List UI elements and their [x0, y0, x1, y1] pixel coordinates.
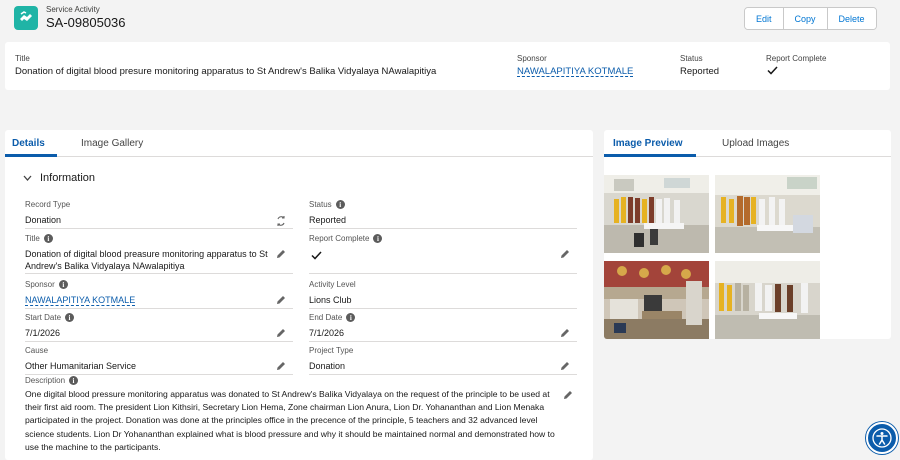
info-icon[interactable]: i	[43, 234, 53, 243]
image-tabs: Image Preview Upload Images	[604, 130, 891, 157]
field-start-date: Start Date i 7/1/2026	[25, 313, 293, 342]
field-label: Record Type	[25, 200, 71, 209]
service-activity-icon	[14, 6, 38, 30]
field-label: Description	[25, 376, 66, 385]
field-value: 7/1/2026	[25, 328, 61, 338]
page-header: Service Activity SA-09805036 Edit Copy D…	[0, 0, 900, 40]
field-end-date: End Date i 7/1/2026	[309, 313, 577, 342]
change-record-type-icon[interactable]	[275, 215, 287, 227]
highlight-status-value: Reported	[680, 66, 720, 77]
field-value: 7/1/2026	[309, 328, 345, 338]
field-value: One digital blood pressure monitoring ap…	[25, 389, 555, 452]
field-label: Sponsor	[25, 280, 55, 289]
image-thumbnail[interactable]	[604, 175, 709, 253]
field-label: End Date	[309, 313, 343, 322]
info-icon[interactable]: i	[69, 376, 79, 385]
active-tab-indicator	[5, 154, 57, 157]
details-card: Details Image Gallery Information Record…	[5, 130, 593, 460]
edit-description-pencil-icon[interactable]	[562, 389, 574, 401]
edit-start-date-pencil-icon[interactable]	[275, 327, 287, 339]
active-tab-indicator	[604, 154, 696, 157]
field-description: Description i One digital blood pressure …	[25, 376, 580, 454]
edit-sponsor-pencil-icon[interactable]	[275, 294, 287, 306]
field-value: Donation of digital blood preasure monit…	[25, 249, 268, 271]
delete-button[interactable]: Delete	[827, 8, 876, 29]
section-title: Information	[40, 172, 96, 184]
field-value: Donation	[25, 215, 62, 225]
sponsor-link[interactable]: NAWALAPITIYA KOTMALE	[25, 295, 135, 305]
field-label: Title	[25, 234, 40, 243]
field-value: Other Humanitarian Service	[25, 361, 137, 371]
highlights-panel: Title Donation of digital blood presure …	[5, 42, 890, 90]
edit-project-type-pencil-icon[interactable]	[559, 360, 571, 372]
edit-title-pencil-icon[interactable]	[275, 248, 287, 260]
highlight-status-label: Status	[680, 54, 703, 63]
accessibility-button[interactable]	[866, 422, 898, 454]
field-activity-level: Activity Level Lions Club	[309, 280, 577, 309]
field-label: Start Date	[25, 313, 62, 322]
copy-button[interactable]: Copy	[783, 8, 828, 29]
field-value: Lions Club	[309, 295, 352, 305]
field-label: Project Type	[309, 346, 354, 355]
highlight-sponsor-label: Sponsor	[517, 54, 547, 63]
info-icon[interactable]: i	[373, 234, 383, 243]
image-card: Image Preview Upload Images	[604, 130, 891, 339]
field-sponsor: Sponsor i NAWALAPITIYA KOTMALE	[25, 280, 293, 309]
info-icon[interactable]: i	[65, 313, 75, 322]
accessibility-icon	[872, 428, 892, 448]
field-label: Status	[309, 200, 332, 209]
edit-cause-pencil-icon[interactable]	[275, 360, 287, 372]
field-status: Status i Reported	[309, 200, 577, 229]
field-record-type: Record Type Donation	[25, 200, 293, 229]
highlight-sponsor-link[interactable]: NAWALAPITIYA KOTMALE	[517, 66, 633, 77]
info-icon[interactable]: i	[346, 313, 356, 322]
tab-upload-images[interactable]: Upload Images	[722, 138, 789, 149]
field-title: Title i Donation of digital blood preasur…	[25, 234, 293, 274]
field-value: Donation	[309, 361, 346, 371]
tab-image-gallery[interactable]: Image Gallery	[81, 138, 143, 149]
tab-details[interactable]: Details	[12, 138, 45, 149]
edit-end-date-pencil-icon[interactable]	[559, 327, 571, 339]
chevron-down-icon	[23, 175, 32, 181]
highlight-report-label: Report Complete	[766, 54, 827, 63]
action-button-group: Edit Copy Delete	[744, 7, 877, 30]
edit-button[interactable]: Edit	[745, 8, 784, 29]
highlight-title-label: Title	[15, 54, 30, 63]
object-label: Service Activity	[46, 5, 100, 14]
checkmark-icon	[767, 66, 778, 75]
field-project-type: Project Type Donation	[309, 346, 577, 375]
checkmark-icon	[311, 251, 322, 260]
field-label: Report Complete	[309, 234, 370, 243]
highlight-title-value: Donation of digital blood presure monito…	[15, 66, 437, 77]
field-cause: Cause Other Humanitarian Service	[25, 346, 293, 375]
record-number: SA-09805036	[46, 15, 126, 30]
details-tabs: Details Image Gallery	[5, 130, 593, 157]
image-thumbnail[interactable]	[715, 175, 820, 253]
information-section-header[interactable]: Information	[23, 172, 95, 184]
image-thumbnail[interactable]	[715, 261, 820, 339]
image-thumbnail[interactable]	[604, 261, 709, 339]
edit-report-complete-pencil-icon[interactable]	[559, 248, 571, 260]
field-report-complete: Report Complete i	[309, 234, 577, 274]
field-value: Reported	[309, 215, 347, 225]
field-label: Cause	[25, 346, 49, 355]
tab-image-preview[interactable]: Image Preview	[613, 138, 682, 149]
field-label: Activity Level	[309, 280, 356, 289]
info-icon[interactable]: i	[335, 200, 345, 209]
info-icon[interactable]: i	[58, 280, 68, 289]
